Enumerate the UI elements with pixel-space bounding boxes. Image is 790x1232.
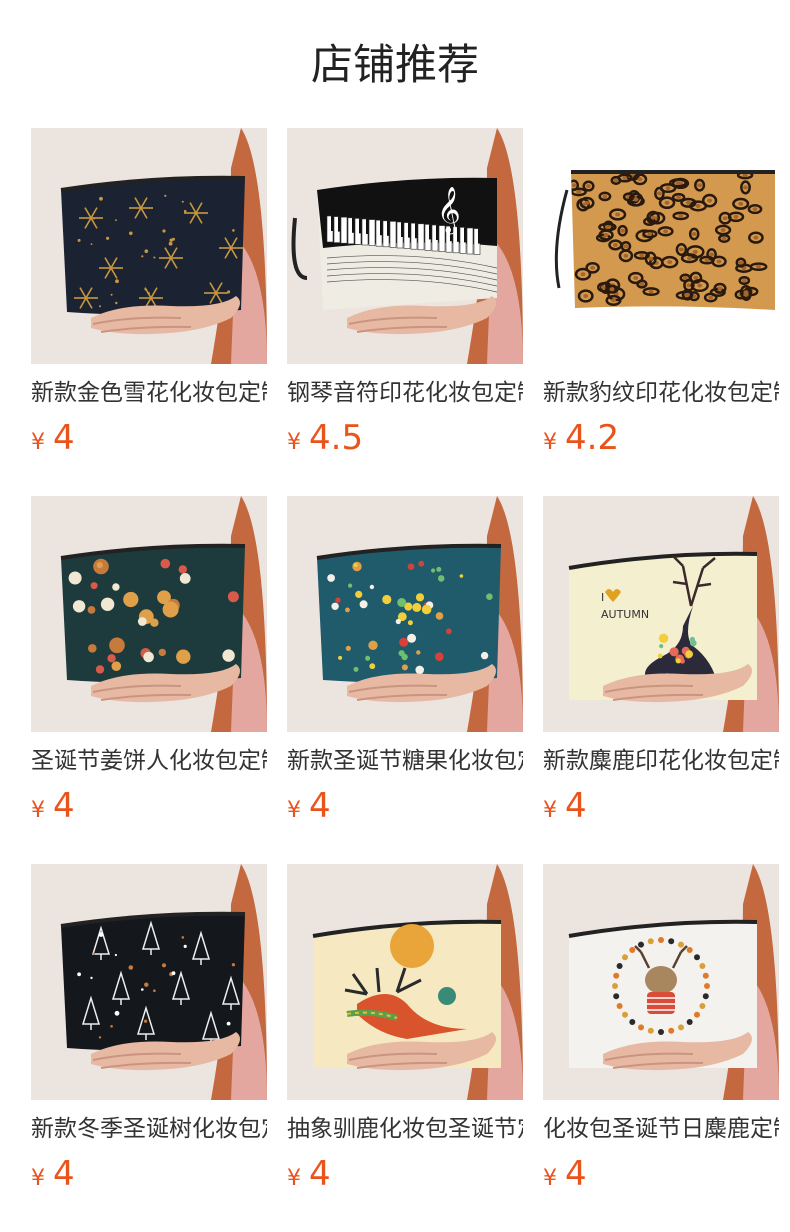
product-grid: 新款金色雪花化妆包定制 ¥4 𝄞 钢琴音符印花化妆包定制 ¥4.5 新款豹纹印花化妆… [31, 128, 780, 1232]
product-title[interactable]: 新款豹纹印花化妆包定制 [543, 376, 779, 410]
product-title[interactable]: 新款圣诞节糖果化妆包定制 [287, 744, 523, 778]
currency-symbol: ¥ [287, 430, 301, 455]
product-price: ¥4 [543, 1152, 587, 1196]
product-title[interactable]: 新款金色雪花化妆包定制 [31, 376, 267, 410]
price-value: 4 [53, 418, 75, 458]
product-card[interactable]: 化妆包圣诞节日麋鹿定制 ¥4 [543, 864, 779, 1232]
product-card[interactable]: 𝄞 钢琴音符印花化妆包定制 ¥4.5 [287, 128, 523, 496]
currency-symbol: ¥ [31, 798, 45, 823]
product-image-gingerbread-bag[interactable] [31, 496, 267, 732]
currency-symbol: ¥ [287, 1166, 301, 1191]
price-value: 4 [565, 1154, 587, 1194]
product-card[interactable]: 圣诞节姜饼人化妆包定制 ¥4 [31, 496, 267, 864]
currency-symbol: ¥ [543, 1166, 557, 1191]
product-title[interactable]: 化妆包圣诞节日麋鹿定制 [543, 1112, 779, 1146]
product-price: ¥4 [543, 784, 587, 828]
product-price: ¥4 [31, 784, 75, 828]
product-title[interactable]: 钢琴音符印花化妆包定制 [287, 376, 523, 410]
svg-text:I: I [601, 591, 604, 604]
product-image-deer-bag[interactable]: I AUTUMN [543, 496, 779, 732]
price-value: 4 [309, 786, 331, 826]
product-card[interactable]: I AUTUMN 新款麋鹿印花化妆包定制 ¥4 [543, 496, 779, 864]
product-price: ¥4.5 [287, 416, 363, 460]
svg-text:𝄞: 𝄞 [437, 187, 461, 235]
price-value: 4.2 [565, 418, 620, 458]
product-image-leopard-bag[interactable] [543, 128, 779, 364]
product-price: ¥4 [31, 416, 75, 460]
currency-symbol: ¥ [31, 1166, 45, 1191]
product-card[interactable]: 新款金色雪花化妆包定制 ¥4 [31, 128, 267, 496]
product-card[interactable]: 新款豹纹印花化妆包定制 ¥4.2 [543, 128, 779, 496]
product-title[interactable]: 新款冬季圣诞树化妆包定制 [31, 1112, 267, 1146]
product-image-reindeer-bag[interactable] [287, 864, 523, 1100]
product-price: ¥4 [287, 1152, 331, 1196]
product-title[interactable]: 抽象驯鹿化妆包圣诞节定制 [287, 1112, 523, 1146]
currency-symbol: ¥ [543, 798, 557, 823]
product-title[interactable]: 新款麋鹿印花化妆包定制 [543, 744, 779, 778]
product-card[interactable]: 抽象驯鹿化妆包圣诞节定制 ¥4 [287, 864, 523, 1232]
product-price: ¥4.2 [543, 416, 619, 460]
price-value: 4.5 [309, 418, 364, 458]
product-card[interactable]: 新款冬季圣诞树化妆包定制 ¥4 [31, 864, 267, 1232]
price-value: 4 [53, 786, 75, 826]
price-value: 4 [53, 1154, 75, 1194]
svg-text:AUTUMN: AUTUMN [601, 608, 649, 621]
product-price: ¥4 [31, 1152, 75, 1196]
price-value: 4 [309, 1154, 331, 1194]
currency-symbol: ¥ [31, 430, 45, 455]
product-image-wreath-deer-bag[interactable] [543, 864, 779, 1100]
product-image-tree-bag[interactable] [31, 864, 267, 1100]
product-card[interactable]: 新款圣诞节糖果化妆包定制 ¥4 [287, 496, 523, 864]
product-image-candy-bag[interactable] [287, 496, 523, 732]
product-title[interactable]: 圣诞节姜饼人化妆包定制 [31, 744, 267, 778]
price-value: 4 [565, 786, 587, 826]
product-price: ¥4 [287, 784, 331, 828]
product-image-piano-bag[interactable]: 𝄞 [287, 128, 523, 364]
page-title: 店铺推荐 [310, 40, 479, 89]
currency-symbol: ¥ [543, 430, 557, 455]
currency-symbol: ¥ [287, 798, 301, 823]
product-image-snowflake-bag[interactable] [31, 128, 267, 364]
